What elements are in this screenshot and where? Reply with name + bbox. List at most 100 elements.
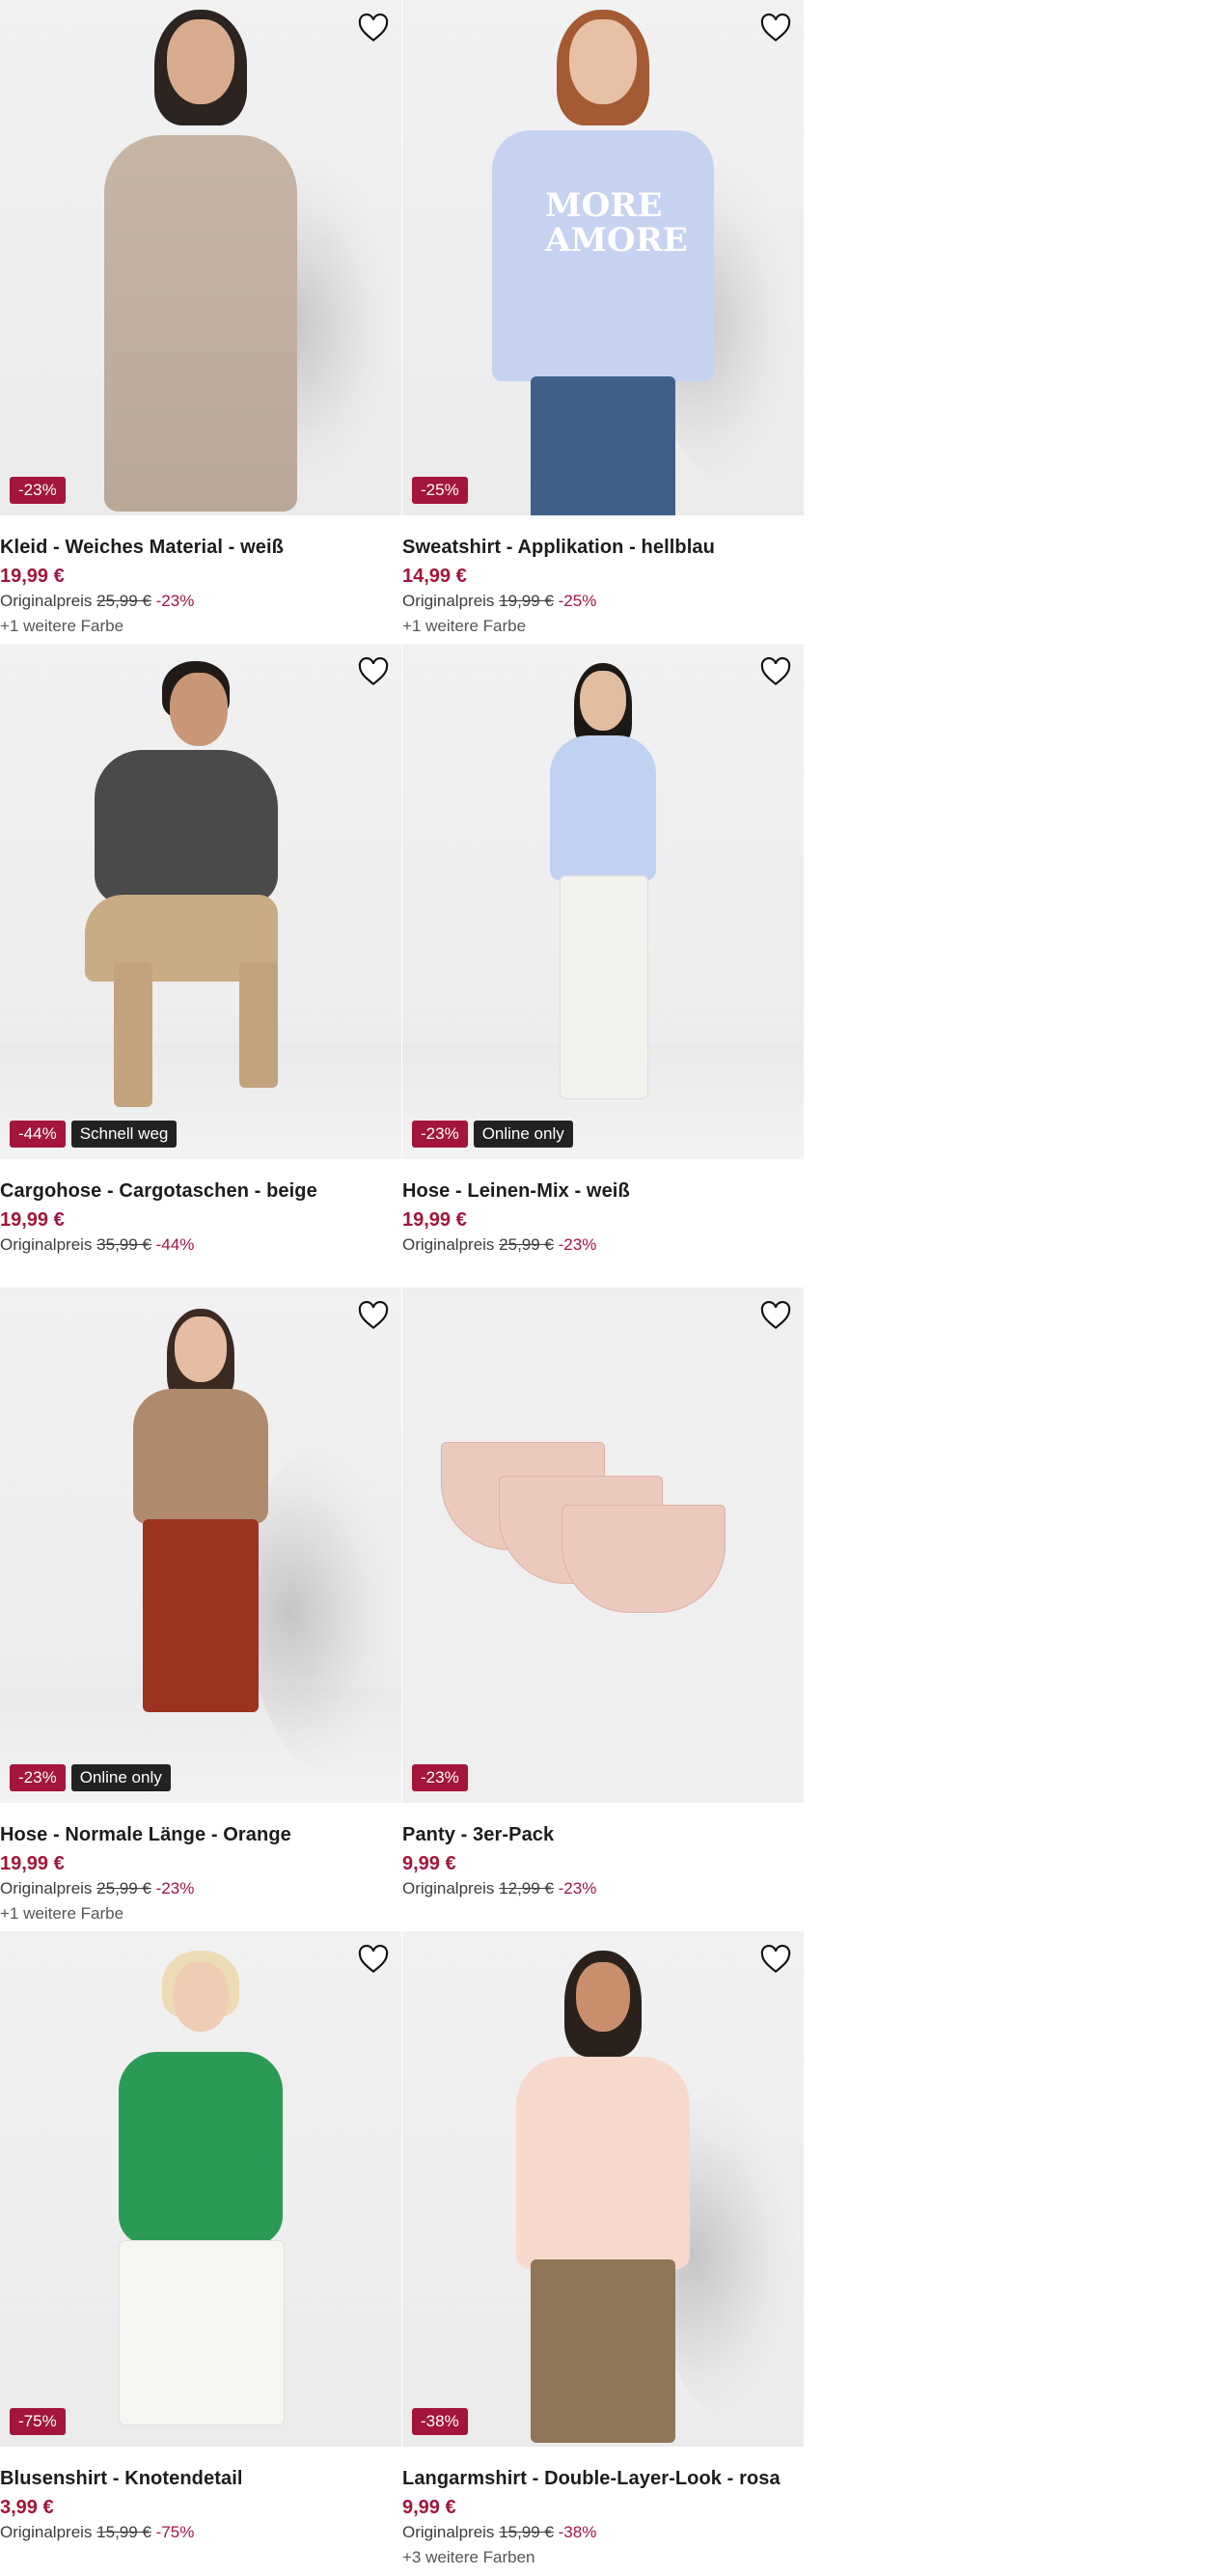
product-card[interactable]: -44% Schnell weg Cargohose - Cargotasche… (0, 644, 401, 1288)
original-price-label: Originalpreis (0, 592, 93, 610)
discount-badge: -23% (10, 1764, 66, 1791)
product-card[interactable]: -23% Panty - 3er-Pack 9,99 € Originalpre… (402, 1288, 804, 1931)
discount-percent: -23% (558, 1879, 597, 1897)
favorite-button[interactable] (357, 12, 390, 44)
product-title[interactable]: Langarmshirt - Double-Layer-Look - rosa (402, 2464, 804, 2493)
original-price-label: Originalpreis (0, 1879, 93, 1897)
discount-percent: -23% (558, 1235, 597, 1254)
discount-badge: -38% (412, 2408, 468, 2435)
product-title[interactable]: Hose - Leinen-Mix - weiß (402, 1177, 804, 1205)
favorite-button[interactable] (759, 12, 792, 44)
product-grid: -23% Kleid - Weiches Material - weiß 19,… (0, 0, 805, 2575)
product-price: 19,99 € (402, 1209, 467, 1231)
badge-group: -23% Online only (10, 1764, 171, 1791)
original-price-label: Originalpreis (0, 1235, 93, 1254)
original-price-line: Originalpreis 25,99 € -23% (402, 1234, 804, 1256)
product-title[interactable]: Hose - Normale Länge - Orange (0, 1820, 401, 1849)
badge-group: -75% (10, 2408, 66, 2435)
product-image[interactable]: -44% Schnell weg (0, 644, 401, 1159)
model-leg (239, 962, 278, 1088)
discount-badge: -75% (10, 2408, 66, 2435)
model-head (580, 671, 626, 731)
heart-outline-icon (760, 1945, 791, 1974)
model-head (175, 1316, 227, 1382)
heart-outline-icon (358, 1945, 389, 1974)
product-image[interactable]: -23% Online only (0, 1288, 401, 1803)
favorite-button[interactable] (759, 655, 792, 688)
model-top (550, 735, 656, 880)
discount-percent: -38% (558, 2523, 597, 2541)
product-image[interactable]: -75% (0, 1931, 401, 2447)
more-colors[interactable]: +1 weitere Farbe (0, 1899, 401, 1928)
original-price-label: Originalpreis (0, 2523, 93, 2541)
model-blouse (133, 1389, 268, 1524)
product-card[interactable]: -75% Blusenshirt - Knotendetail 3,99 € O… (0, 1931, 401, 2575)
badge-group: -23% (412, 1764, 468, 1791)
discount-percent: -44% (155, 1235, 195, 1254)
more-colors[interactable]: +1 weitere Farbe (0, 612, 401, 641)
original-price-label: Originalpreis (402, 2523, 495, 2541)
favorite-button[interactable] (357, 1943, 390, 1976)
original-price-label: Originalpreis (402, 1879, 495, 1897)
product-card[interactable]: -38% Langarmshirt - Double-Layer-Look - … (402, 1931, 804, 2575)
favorite-button[interactable] (759, 1943, 792, 1976)
product-image[interactable]: -23% (0, 0, 401, 515)
heart-outline-icon (760, 1301, 791, 1330)
original-price-line: Originalpreis 15,99 € -75% (0, 2522, 401, 2543)
discount-percent: -25% (558, 592, 597, 610)
discount-badge: -44% (10, 1121, 66, 1148)
product-title[interactable]: Blusenshirt - Knotendetail (0, 2464, 401, 2493)
model-head (576, 1962, 630, 2032)
model-head (173, 1962, 229, 2032)
badge-group: -23% (10, 477, 66, 504)
original-price-label: Originalpreis (402, 1235, 495, 1254)
original-price: 15,99 € (499, 2523, 554, 2541)
product-price: 19,99 € (0, 1853, 65, 1874)
product-image[interactable]: -38% (402, 1931, 804, 2447)
model-head (569, 19, 637, 104)
heart-outline-icon (358, 657, 389, 686)
badge-group: -25% (412, 477, 468, 504)
original-price: 12,99 € (499, 1879, 554, 1897)
product-price: 9,99 € (402, 2497, 456, 2518)
product-title[interactable]: Sweatshirt - Applikation - hellblau (402, 533, 804, 562)
product-card[interactable]: MORE AMORE -25% Sweatshirt - Applikation… (402, 0, 804, 644)
model-dress (104, 135, 297, 512)
product-image[interactable]: MORE AMORE -25% (402, 0, 804, 515)
model-shorts (119, 2240, 285, 2425)
heart-outline-icon (760, 14, 791, 42)
more-colors[interactable]: +3 weitere Farben (402, 2543, 804, 2572)
model-sweatshirt: MORE AMORE (492, 130, 714, 381)
badge-group: -23% Online only (412, 1121, 573, 1148)
favorite-button[interactable] (759, 1299, 792, 1332)
product-title[interactable]: Kleid - Weiches Material - weiß (0, 533, 401, 562)
product-price: 3,99 € (0, 2497, 54, 2518)
discount-badge: -23% (412, 1121, 468, 1148)
original-price-line: Originalpreis 25,99 € -23% (0, 591, 401, 612)
product-image[interactable]: -23% (402, 1288, 804, 1803)
favorite-button[interactable] (357, 655, 390, 688)
product-card[interactable]: -23% Online only Hose - Leinen-Mix - wei… (402, 644, 804, 1288)
favorite-button[interactable] (357, 1299, 390, 1332)
product-price: 14,99 € (402, 566, 467, 587)
original-price-label: Originalpreis (402, 592, 495, 610)
status-badge: Online only (473, 1121, 573, 1148)
product-image[interactable]: -23% Online only (402, 644, 804, 1159)
model-sweater (95, 750, 278, 904)
badge-group: -44% Schnell weg (10, 1121, 178, 1148)
heart-outline-icon (358, 1301, 389, 1330)
more-colors[interactable]: +1 weitere Farbe (402, 612, 804, 641)
product-title[interactable]: Cargohose - Cargotaschen - beige (0, 1177, 401, 1205)
original-price: 35,99 € (96, 1235, 151, 1254)
product-card[interactable]: -23% Kleid - Weiches Material - weiß 19,… (0, 0, 401, 644)
heart-outline-icon (358, 14, 389, 42)
model-longsleeve (516, 2057, 690, 2269)
model-jeans (531, 376, 675, 515)
discount-badge: -23% (412, 1764, 468, 1791)
product-card[interactable]: -23% Online only Hose - Normale Länge - … (0, 1288, 401, 1931)
discount-badge: -23% (10, 477, 66, 504)
discount-badge: -25% (412, 477, 468, 504)
original-price-line: Originalpreis 35,99 € -44% (0, 1234, 401, 1256)
model-blouse (119, 2052, 283, 2245)
product-title[interactable]: Panty - 3er-Pack (402, 1820, 804, 1849)
